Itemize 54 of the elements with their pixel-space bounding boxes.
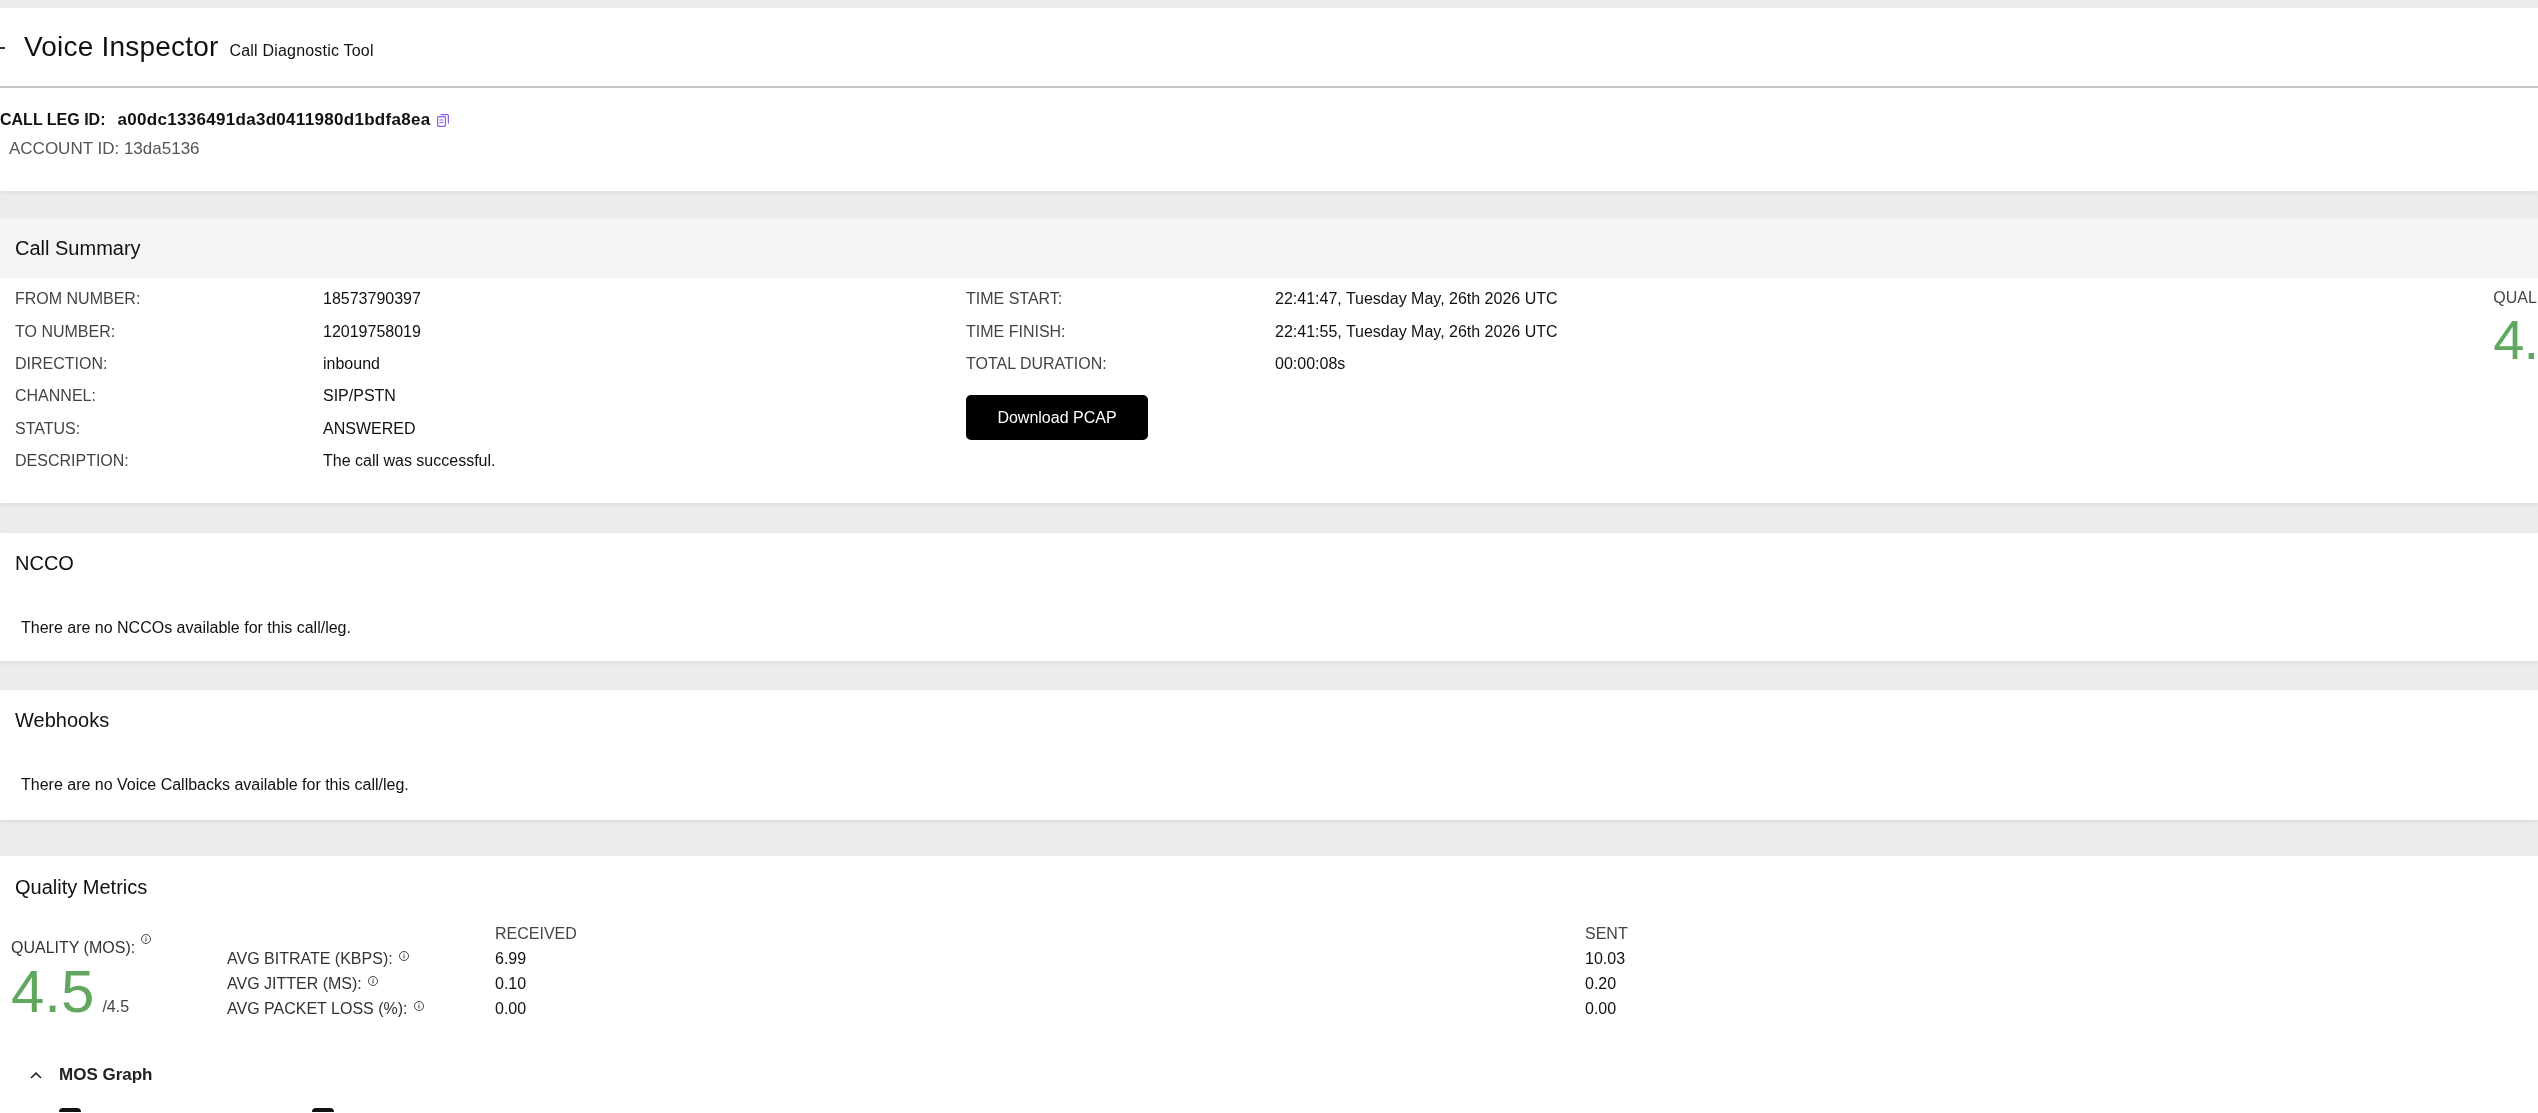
field-value: 00:00:08s: [1275, 353, 1346, 374]
call-leg-label: CALL LEG ID:: [0, 110, 106, 130]
metric-label: AVG BITRATE (KBPS):: [227, 948, 393, 969]
field-label: TIME START:: [966, 289, 1063, 310]
info-icon[interactable]: [413, 1000, 424, 1011]
field-label: TOTAL DURATION:: [966, 353, 1107, 374]
mos-score: 4.5: [11, 962, 95, 1022]
metric-label: AVG JITTER (MS):: [227, 973, 362, 994]
section-title: Call Summary: [15, 236, 141, 261]
account-id: ACCOUNT ID: 13da5136: [9, 138, 200, 160]
section-title: Quality Metrics: [15, 875, 148, 900]
page-title: Voice Inspector: [24, 30, 219, 64]
column-header: SENT: [1585, 923, 1628, 944]
field-label: TIME FINISH:: [966, 321, 1066, 342]
field-label: FROM NUMBER:: [15, 289, 141, 310]
field-label: DIRECTION:: [15, 353, 108, 374]
section-title: NCCO: [15, 551, 74, 576]
metric-value: 0.20: [1585, 973, 1617, 994]
field-value: 12019758019: [323, 321, 421, 342]
checkbox[interactable]: [312, 1108, 334, 1112]
mos-graph-toggle[interactable]: MOS Graph: [30, 1063, 153, 1087]
info-icon[interactable]: [398, 950, 409, 961]
info-icon[interactable]: [367, 975, 378, 986]
field-value: ANSWERED: [323, 418, 416, 439]
field-label: DESCRIPTION:: [15, 451, 129, 472]
column-header: RECEIVED: [495, 923, 577, 944]
empty-message: There are no NCCOs available for this call/leg.: [21, 618, 351, 638]
section-title: Webhooks: [15, 708, 110, 733]
metric-value: 0.00: [495, 998, 527, 1019]
field-label: CHANNEL:: [15, 386, 96, 407]
field-value: 22:41:55, Tuesday May, 26th 2026 UTC: [1275, 321, 1558, 342]
copy-icon[interactable]: [437, 113, 450, 127]
mos-label: QUALITY (MOS):: [11, 938, 136, 958]
metric-value: 6.99: [495, 948, 527, 969]
field-label: TO NUMBER:: [15, 321, 116, 342]
field-value: The call was successful.: [323, 451, 496, 472]
metric-value: 0.10: [495, 973, 527, 994]
field-value: inbound: [323, 353, 380, 374]
quality-score: 4.: [2493, 312, 2538, 368]
info-icon[interactable]: [141, 934, 152, 944]
metric-value: 10.03: [1585, 948, 1626, 969]
field-value: 18573790397: [323, 289, 421, 310]
metric-label: AVG PACKET LOSS (%):: [227, 998, 408, 1019]
quality-label: QUAL: [2493, 288, 2538, 308]
metric-value: 0.00: [1585, 998, 1617, 1019]
mos-max: /4.5: [102, 997, 130, 1017]
field-value: 22:41:47, Tuesday May, 26th 2026 UTC: [1275, 289, 1558, 310]
field-value: SIP/PSTN: [323, 386, 396, 407]
empty-message: There are no Voice Callbacks available for this call/leg.: [21, 775, 409, 795]
page-subtitle: Call Diagnostic Tool: [229, 41, 374, 61]
download-button[interactable]: Download PCAP: [966, 395, 1148, 441]
field-label: STATUS:: [15, 418, 81, 439]
call-leg-id: a00dc1336491da3d0411980d1bdfa8ea: [117, 109, 431, 131]
checkbox[interactable]: [59, 1108, 81, 1112]
